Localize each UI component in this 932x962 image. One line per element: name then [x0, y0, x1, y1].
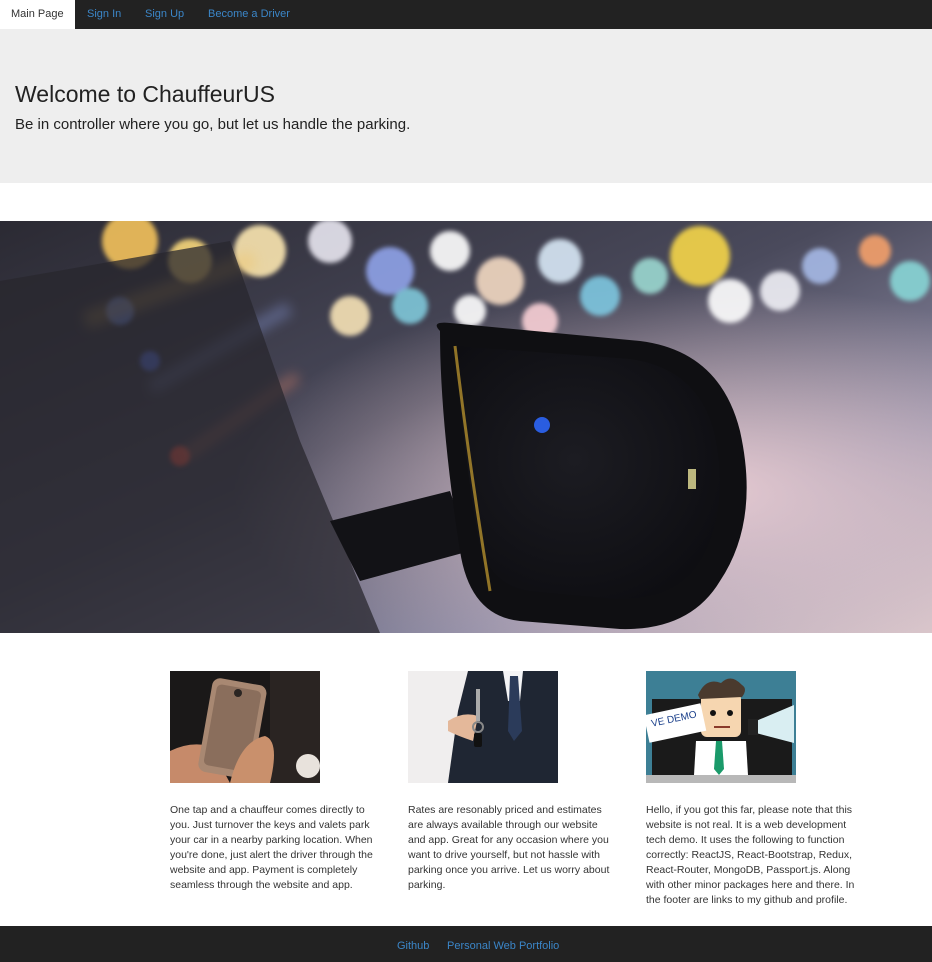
hero-image: [0, 221, 932, 633]
nav-sign-up[interactable]: Sign Up: [145, 0, 184, 29]
feature-text-3: Hello, if you got this far, please note …: [646, 804, 855, 906]
feature-text-2: Rates are resonably priced and estimates…: [408, 804, 610, 891]
nav-sign-in[interactable]: Sign In: [87, 0, 121, 29]
feature-text-1: One tap and a chauffeur comes directly t…: [170, 804, 373, 891]
feature-card-1: One tap and a chauffeur comes directly t…: [170, 671, 380, 893]
page-title: Welcome to ChauffeurUS: [15, 81, 275, 107]
footer-portfolio-link[interactable]: Personal Web Portfolio: [447, 926, 559, 962]
footer: Github Personal Web Portfolio: [0, 926, 932, 962]
jumbotron: Welcome to ChauffeurUS Be in controller …: [0, 29, 932, 183]
live-demo-image: VE DEMO: [646, 671, 796, 783]
feature-card-3: VE DEMO Hello, if you got this far, plea…: [646, 671, 856, 908]
phone-image: [170, 671, 320, 783]
nav-main-page[interactable]: Main Page: [0, 0, 75, 29]
footer-github-link[interactable]: Github: [397, 926, 429, 962]
feature-card-2: Rates are resonably priced and estimates…: [408, 671, 618, 893]
nav-become-driver[interactable]: Become a Driver: [208, 0, 290, 29]
car-mirror-illustration: [0, 221, 932, 633]
valet-keys-image: [408, 671, 558, 783]
top-navbar: Main Page Sign In Sign Up Become a Drive…: [0, 0, 932, 29]
page-subtitle: Be in controller where you go, but let u…: [15, 116, 411, 133]
